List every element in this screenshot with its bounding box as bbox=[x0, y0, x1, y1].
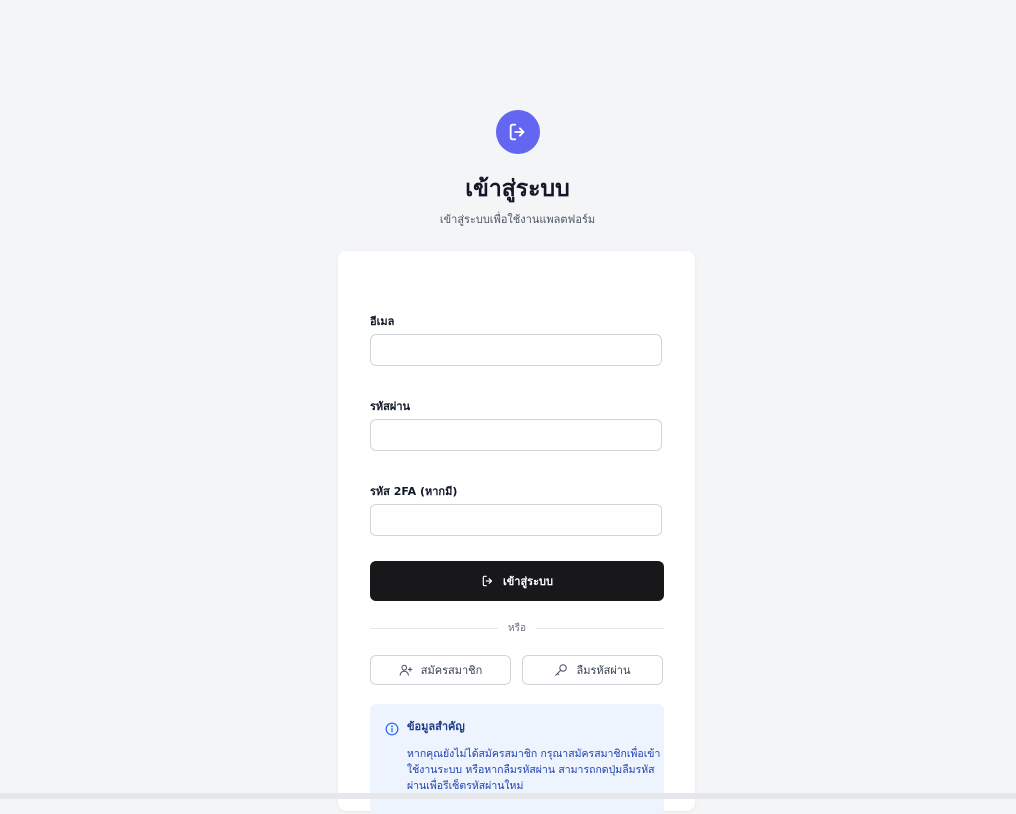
info-icon bbox=[385, 722, 399, 802]
or-divider: หรือ bbox=[370, 621, 664, 635]
divider-label: หรือ bbox=[508, 622, 526, 634]
twofa-label: รหัส 2FA (หากมี) bbox=[370, 485, 458, 498]
login-icon bbox=[481, 574, 495, 588]
page-subtitle: เข้าสู่ระบบเพื่อใช้งานแพลตฟอร์ม bbox=[439, 213, 596, 226]
info-title: ข้อมูลสำคัญ bbox=[407, 720, 465, 733]
login-button-label: เข้าสู่ระบบ bbox=[503, 575, 553, 588]
login-card: อีเมล รหัสผ่าน รหัส 2FA (หากมี) เข้าสู่ร… bbox=[338, 251, 695, 814]
login-header: เข้าสู่ระบบ เข้าสู่ระบบเพื่อใช้งานแพลตฟอ… bbox=[0, 110, 1016, 228]
forgot-password-button[interactable]: ลืมรหัสผ่าน bbox=[522, 655, 663, 685]
register-button[interactable]: สมัครสมาชิก bbox=[370, 655, 511, 685]
login-icon bbox=[495, 110, 540, 154]
page-title: เข้าสู่ระบบ bbox=[465, 176, 570, 202]
info-text: หากคุณยังไม่ได้สมัครสมาชิก กรุณาสมัครสมา… bbox=[407, 748, 661, 792]
password-label: รหัสผ่าน bbox=[370, 400, 411, 413]
email-label: อีเมล bbox=[370, 315, 395, 328]
email-field[interactable] bbox=[370, 334, 662, 366]
password-field[interactable] bbox=[370, 419, 662, 451]
divider-line bbox=[370, 627, 499, 629]
twofa-field[interactable] bbox=[370, 504, 662, 536]
key-icon bbox=[554, 663, 568, 677]
bottom-edge bbox=[0, 793, 1016, 799]
forgot-button-label: ลืมรหัสผ่าน bbox=[576, 664, 631, 677]
user-plus-icon bbox=[399, 663, 413, 677]
login-button[interactable]: เข้าสู่ระบบ bbox=[370, 561, 664, 601]
divider-line bbox=[535, 627, 664, 629]
register-button-label: สมัครสมาชิก bbox=[420, 664, 483, 677]
